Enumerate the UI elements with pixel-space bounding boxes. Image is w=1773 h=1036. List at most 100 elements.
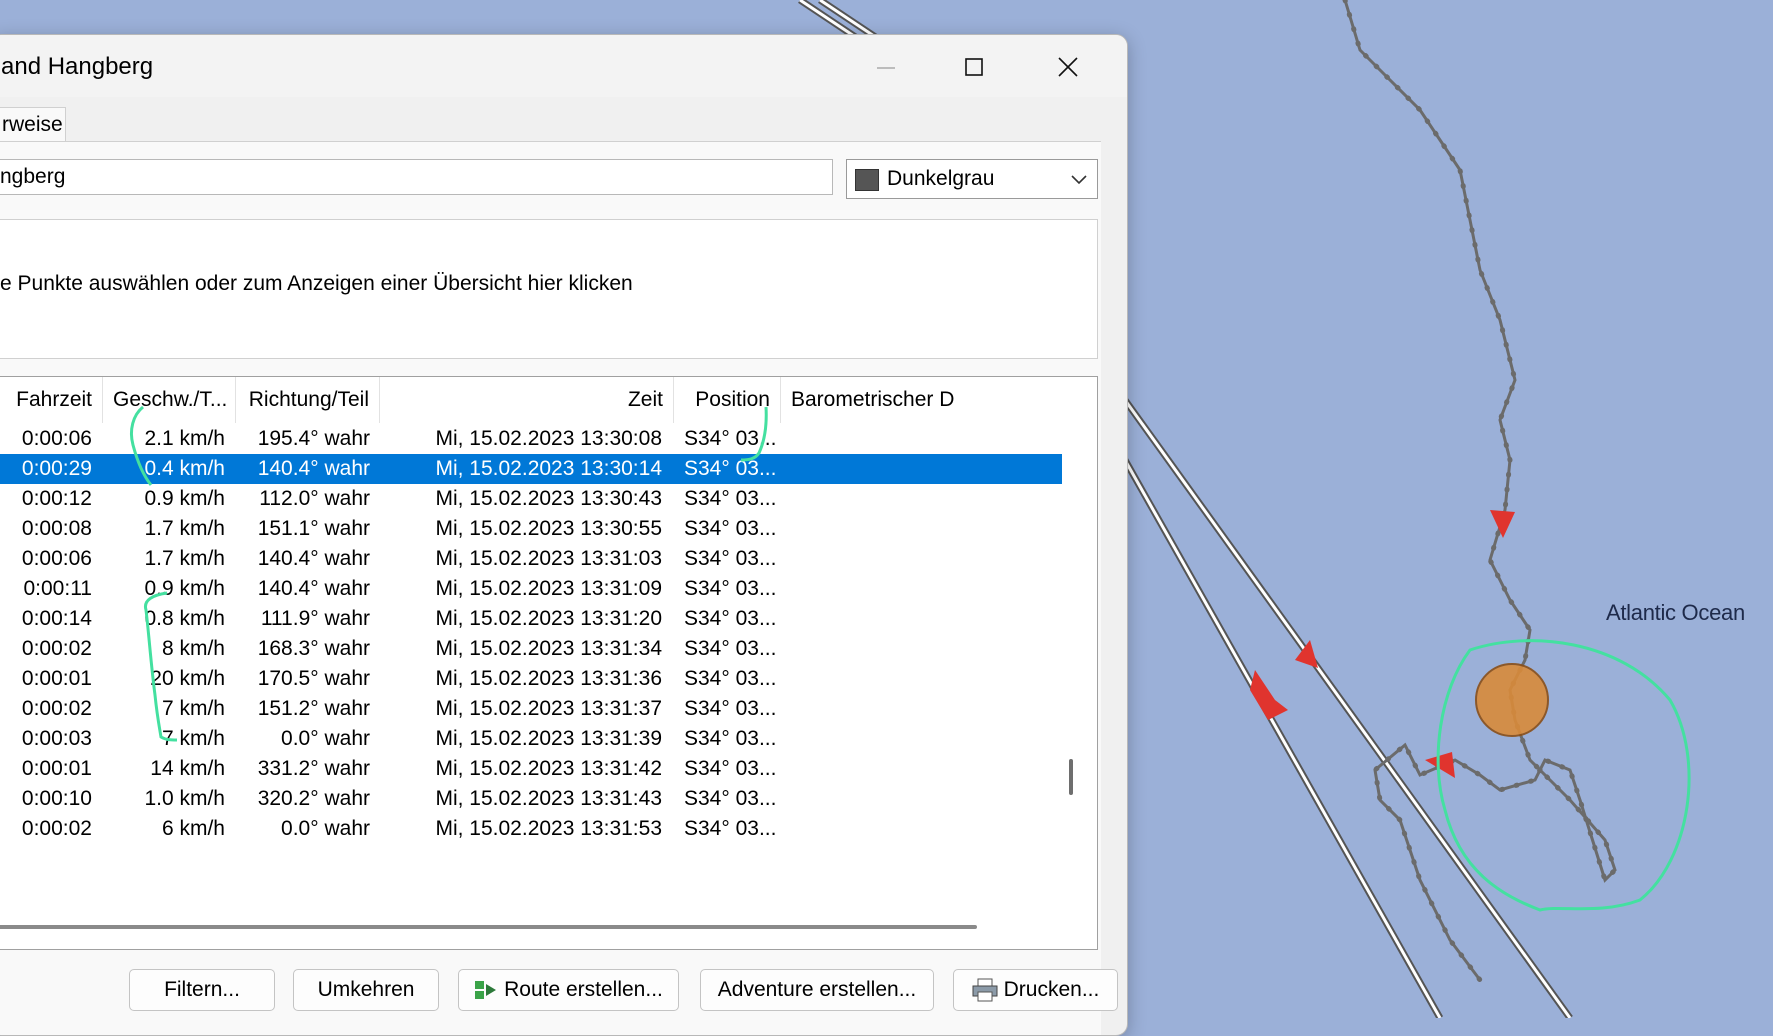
cell-geschw: 1.0 km/h xyxy=(144,787,225,810)
cell-fahrzeit: 0:00:02 xyxy=(21,697,92,720)
table-body: 0:00:06 2.1 km/h 195.4° wahr Mi, 15.02.2023… xyxy=(0,423,1062,923)
filter-button[interactable]: Filtern... xyxy=(129,969,275,1011)
table-row[interactable]: 0:00:12 0.9 km/h 112.0° wahr Mi, 15.02.2023… xyxy=(0,484,1062,514)
cell-richtung: 168.3° wahr xyxy=(257,637,370,660)
cell-zeit: Mi, 15.02.2023 13:30:08 xyxy=(435,427,662,450)
table-row[interactable]: 0:00:03 7 km/h 0.0° wahr Mi, 15.02.2023 13:… xyxy=(0,724,1062,754)
tab-hinweise[interactable]: rweise xyxy=(0,107,66,141)
chevron-down-icon xyxy=(1071,175,1087,185)
column-header-geschwindigkeit[interactable]: Geschw./T... xyxy=(103,377,236,423)
cell-zeit: Mi, 15.02.2023 13:31:43 xyxy=(435,787,662,810)
cell-zeit: Mi, 15.02.2023 13:31:53 xyxy=(435,817,662,840)
cell-position: S34° 03... xyxy=(684,607,777,630)
track-path xyxy=(1342,0,1618,983)
cell-fahrzeit: 0:00:08 xyxy=(21,517,92,540)
cell-position: S34° 03... xyxy=(684,787,777,810)
cell-zeit: Mi, 15.02.2023 13:30:43 xyxy=(435,487,662,510)
column-header-fahrzeit[interactable]: Fahrzeit xyxy=(0,377,103,423)
create-route-button[interactable]: Route erstellen... xyxy=(458,969,679,1011)
vertical-scrollbar[interactable] xyxy=(1069,759,1073,795)
column-header-zeit[interactable]: Zeit xyxy=(380,377,674,423)
cell-fahrzeit: 0:00:01 xyxy=(21,757,92,780)
table-row[interactable]: 0:00:10 1.0 km/h 320.2° wahr Mi, 15.02.2023… xyxy=(0,784,1062,814)
cell-geschw: 1.7 km/h xyxy=(144,547,225,570)
cell-position: S34° 03... xyxy=(684,757,777,780)
maximize-icon xyxy=(965,58,983,76)
cell-zeit: Mi, 15.02.2023 13:31:34 xyxy=(435,637,662,660)
summary-area[interactable]: e Punkte auswählen oder zum Anzeigen ein… xyxy=(0,219,1098,359)
table-header: Fahrzeit Geschw./T... Richtung/Teil Zeit… xyxy=(0,377,1072,423)
cell-fahrzeit: 0:00:11 xyxy=(23,577,92,600)
print-button[interactable]: Drucken... xyxy=(953,969,1118,1011)
cell-geschw: 8 km/h xyxy=(161,637,225,660)
current-position-marker xyxy=(1475,663,1549,737)
close-button[interactable] xyxy=(1027,39,1107,93)
summary-hint: e Punkte auswählen oder zum Anzeigen ein… xyxy=(0,272,633,295)
cell-richtung: 140.4° wahr xyxy=(257,457,370,480)
cell-zeit: Mi, 15.02.2023 13:30:14 xyxy=(435,457,662,480)
cell-position: S34° 03... xyxy=(684,547,777,570)
window-title: and Hangberg xyxy=(1,53,154,80)
cell-fahrzeit: 0:00:03 xyxy=(21,727,92,750)
cell-position: S34° 03... xyxy=(684,487,777,510)
cell-richtung: 112.0° wahr xyxy=(259,487,370,510)
cell-geschw: 14 km/h xyxy=(150,757,225,780)
cell-position: S34° 03... xyxy=(684,577,777,600)
cell-geschw: 20 km/h xyxy=(150,667,225,690)
minimize-button[interactable] xyxy=(844,39,924,93)
cell-fahrzeit: 0:00:01 xyxy=(21,667,92,690)
cell-fahrzeit: 0:00:06 xyxy=(21,547,92,570)
cell-fahrzeit: 0:00:02 xyxy=(21,637,92,660)
cell-position: S34° 03... xyxy=(684,457,777,480)
table-row[interactable]: 0:00:08 1.7 km/h 151.1° wahr Mi, 15.02.2023… xyxy=(0,514,1062,544)
table-row[interactable]: 0:00:06 2.1 km/h 195.4° wahr Mi, 15.02.2023… xyxy=(0,424,1062,454)
table-row[interactable]: 0:00:14 0.8 km/h 111.9° wahr Mi, 15.02.2023… xyxy=(0,604,1062,634)
table-row[interactable]: 0:00:01 14 km/h 331.2° wahr Mi, 15.02.2023 … xyxy=(0,754,1062,784)
column-header-richtung[interactable]: Richtung/Teil xyxy=(236,377,380,423)
cell-geschw: 7 km/h xyxy=(161,697,225,720)
reverse-button[interactable]: Umkehren xyxy=(293,969,439,1011)
print-label: Drucken... xyxy=(1003,978,1100,1001)
create-route-label: Route erstellen... xyxy=(504,978,663,1001)
cell-position: S34° 03... xyxy=(684,517,777,540)
column-header-barometrisch[interactable]: Barometrischer D xyxy=(781,377,1053,423)
cell-position: S34° 03... xyxy=(684,667,777,690)
cell-richtung: 140.4° wahr xyxy=(257,577,370,600)
table-row[interactable]: 0:00:06 1.7 km/h 140.4° wahr Mi, 15.02.2023… xyxy=(0,544,1062,574)
cell-zeit: Mi, 15.02.2023 13:31:42 xyxy=(435,757,662,780)
horizontal-scrollbar[interactable] xyxy=(0,925,977,929)
color-dropdown-value: Dunkelgrau xyxy=(887,167,995,190)
track-points-table[interactable]: Fahrzeit Geschw./T... Richtung/Teil Zeit… xyxy=(0,376,1098,950)
cell-fahrzeit: 0:00:02 xyxy=(21,817,92,840)
table-row[interactable]: 0:00:11 0.9 km/h 140.4° wahr Mi, 15.02.2023… xyxy=(0,574,1062,604)
cell-geschw: 7 km/h xyxy=(161,727,225,750)
color-dropdown[interactable]: Dunkelgrau xyxy=(846,159,1098,199)
table-row[interactable]: 0:00:02 6 km/h 0.0° wahr Mi, 15.02.2023 13:… xyxy=(0,814,1062,844)
cell-zeit: Mi, 15.02.2023 13:31:39 xyxy=(435,727,662,750)
cell-geschw: 6 km/h xyxy=(161,817,225,840)
table-row[interactable]: 0:00:01 20 km/h 170.5° wahr Mi, 15.02.2023 … xyxy=(0,664,1062,694)
track-name-input[interactable]: ngberg xyxy=(0,159,833,195)
cell-zeit: Mi, 15.02.2023 13:31:20 xyxy=(435,607,662,630)
column-header-position[interactable]: Position xyxy=(674,377,781,423)
table-row[interactable]: 0:00:29 0.4 km/h 140.4° wahr Mi, 15.02.2023… xyxy=(0,454,1062,484)
maximize-button[interactable] xyxy=(934,39,1014,93)
cell-zeit: Mi, 15.02.2023 13:30:55 xyxy=(435,517,662,540)
cell-position: S34° 03... xyxy=(684,637,777,660)
cell-fahrzeit: 0:00:10 xyxy=(21,787,92,810)
cell-richtung: 111.9° wahr xyxy=(260,607,370,630)
track-properties-window: and Hangberg rweise ngberg Dunkelgrau e … xyxy=(0,34,1128,1036)
title-bar[interactable]: and Hangberg xyxy=(0,35,1127,97)
cell-geschw: 0.9 km/h xyxy=(144,487,225,510)
cell-fahrzeit: 0:00:06 xyxy=(21,427,92,450)
table-row[interactable]: 0:00:02 8 km/h 168.3° wahr Mi, 15.02.2023 1… xyxy=(0,634,1062,664)
cell-richtung: 140.4° wahr xyxy=(257,547,370,570)
cell-zeit: Mi, 15.02.2023 13:31:36 xyxy=(435,667,662,690)
table-row[interactable]: 0:00:02 7 km/h 151.2° wahr Mi, 15.02.2023 1… xyxy=(0,694,1062,724)
cell-fahrzeit: 0:00:29 xyxy=(21,457,92,480)
create-adventure-button[interactable]: Adventure erstellen... xyxy=(700,969,934,1011)
cell-fahrzeit: 0:00:12 xyxy=(21,487,92,510)
direction-markers xyxy=(1250,510,1515,778)
cell-richtung: 331.2° wahr xyxy=(257,757,370,780)
cell-zeit: Mi, 15.02.2023 13:31:03 xyxy=(435,547,662,570)
